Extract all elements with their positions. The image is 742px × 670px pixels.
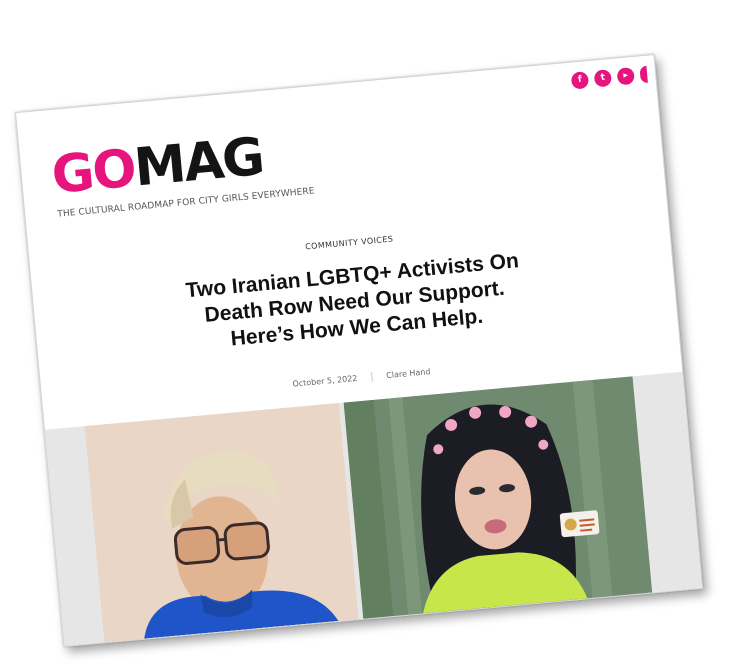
meta-divider: [370, 371, 373, 382]
instagram-icon[interactable]: [639, 65, 648, 84]
hero-image-right: [343, 376, 653, 619]
screenshot-stage: f t ▸ GOMAG THE CULTURAL ROADMAP FOR CIT…: [0, 0, 742, 670]
logo-mag: MAG: [131, 127, 266, 199]
article-page: f t ▸ GOMAG THE CULTURAL ROADMAP FOR CIT…: [14, 54, 704, 647]
hero-image-left: [84, 403, 359, 643]
article-title: Two Iranian LGBTQ+ Activists On Death Ro…: [184, 249, 520, 351]
portrait-illustration-right: [343, 376, 653, 619]
twitter-icon[interactable]: t: [593, 69, 613, 88]
facebook-icon[interactable]: f: [570, 71, 590, 90]
logo-go: GO: [49, 138, 138, 206]
hero-images: [44, 371, 702, 646]
portrait-illustration-left: [84, 403, 359, 643]
social-links: f t ▸: [570, 65, 648, 90]
site-logo[interactable]: GOMAG: [49, 127, 265, 206]
article-date: October 5, 2022: [292, 373, 358, 389]
article-author[interactable]: Clare Hand: [386, 367, 431, 380]
youtube-icon[interactable]: ▸: [616, 66, 635, 86]
